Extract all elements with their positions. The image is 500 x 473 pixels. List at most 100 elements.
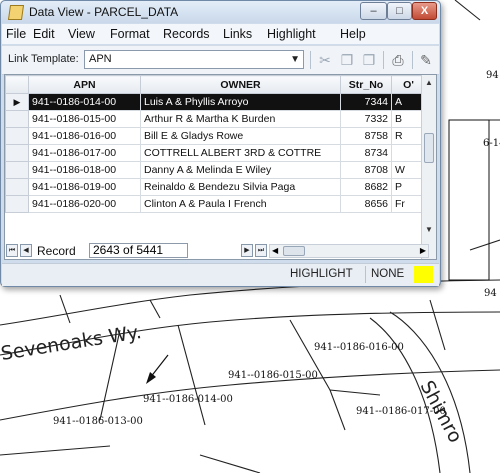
scroll-thumb[interactable] bbox=[283, 246, 305, 256]
row-selector[interactable] bbox=[5, 127, 29, 145]
cell-owner[interactable]: Clinton A & Paula I French bbox=[140, 195, 341, 213]
cell-apn[interactable]: 941--0186-020-00 bbox=[28, 195, 141, 213]
cell-str-no[interactable]: 8682 bbox=[340, 178, 392, 196]
cell-str-no[interactable]: 7332 bbox=[340, 110, 392, 128]
parcel-label: 941--0186-014-00 bbox=[143, 394, 233, 405]
cell-owner[interactable]: Bill E & Gladys Rowe bbox=[140, 127, 341, 145]
parcel-label: 941--0186-013-00 bbox=[53, 416, 143, 427]
menu-highlight[interactable]: Highlight bbox=[267, 27, 316, 41]
cell-owner[interactable]: COTTRELL ALBERT 3RD & COTTRE bbox=[140, 144, 341, 162]
edge-label: 6-14 bbox=[483, 138, 500, 149]
cell-apn[interactable]: 941--0186-015-00 bbox=[28, 110, 141, 128]
scroll-right-icon[interactable]: ▶ bbox=[420, 246, 426, 255]
current-row-icon: ▶ bbox=[13, 97, 21, 107]
link-template-select[interactable]: APN ▼ bbox=[84, 50, 304, 69]
row-selector[interactable] bbox=[5, 195, 29, 213]
data-view-window[interactable]: Data View - PARCEL_DATA – □ X File Edit … bbox=[0, 0, 441, 287]
print-icon[interactable]: ⎙ bbox=[388, 51, 408, 69]
row-selector-header[interactable] bbox=[5, 75, 29, 94]
scroll-down-icon[interactable]: ▼ bbox=[425, 225, 433, 234]
table-row[interactable]: 941--0186-017-00 COTTRELL ALBERT 3RD & CO… bbox=[5, 144, 426, 162]
dropdown-arrow-icon[interactable]: ▼ bbox=[290, 51, 300, 68]
window-title: Data View - PARCEL_DATA bbox=[29, 5, 179, 19]
table-row[interactable]: 941--0186-015-00 Arthur R & Martha K Burd… bbox=[5, 110, 426, 128]
horizontal-scrollbar[interactable]: ◀ ▶ bbox=[269, 244, 429, 258]
row-selector[interactable] bbox=[5, 144, 29, 162]
cell-owner[interactable]: Reinaldo & Bendezu Silvia Paga bbox=[140, 178, 341, 196]
paste-icon[interactable]: ❐ bbox=[359, 51, 379, 69]
table-row[interactable]: ▶ 941--0186-014-00 Luis A & Phyllis Arroyo… bbox=[5, 93, 426, 111]
status-separator bbox=[365, 266, 366, 283]
menu-view[interactable]: View bbox=[68, 27, 95, 41]
close-button[interactable]: X bbox=[412, 2, 437, 20]
column-header-owner[interactable]: OWNER bbox=[140, 75, 341, 94]
parcel-label: 941--0186-017-00 bbox=[356, 406, 446, 417]
row-selector[interactable] bbox=[5, 161, 29, 179]
table-row[interactable]: 941--0186-020-00 Clinton A & Paula I Fren… bbox=[5, 195, 426, 213]
menu-edit[interactable]: Edit bbox=[33, 27, 55, 41]
cell-owner[interactable]: Danny A & Melinda E Wiley bbox=[140, 161, 341, 179]
menu-format[interactable]: Format bbox=[110, 27, 150, 41]
vertical-scrollbar[interactable]: ▲ ▼ bbox=[421, 75, 436, 259]
scroll-up-icon[interactable]: ▲ bbox=[425, 78, 433, 87]
cell-owner[interactable]: Luis A & Phyllis Arroyo bbox=[140, 93, 341, 111]
records-table: APN OWNER Str_No O' ▶ 941--0186-014-00 Lui… bbox=[5, 75, 426, 213]
cell-owner[interactable]: Arthur R & Martha K Burden bbox=[140, 110, 341, 128]
menu-help[interactable]: Help bbox=[340, 27, 366, 41]
cell-str-no[interactable]: 8734 bbox=[340, 144, 392, 162]
column-header-apn[interactable]: APN bbox=[28, 75, 141, 94]
cell-apn[interactable]: 941--0186-014-00 bbox=[28, 93, 141, 111]
row-selector[interactable] bbox=[5, 110, 29, 128]
table-row[interactable]: 941--0186-016-00 Bill E & Gladys Rowe 8758… bbox=[5, 127, 426, 145]
minimize-button[interactable]: – bbox=[360, 2, 387, 20]
parcel-label: 941--0186-016-00 bbox=[314, 342, 404, 353]
record-position-field[interactable]: 2643 of 5441 bbox=[89, 243, 188, 258]
cell-apn[interactable]: 941--0186-017-00 bbox=[28, 144, 141, 162]
scroll-left-icon[interactable]: ◀ bbox=[272, 246, 278, 255]
table-row[interactable]: 941--0186-018-00 Danny A & Melinda E Wile… bbox=[5, 161, 426, 179]
highlight-color-swatch[interactable] bbox=[414, 266, 433, 283]
row-selector[interactable]: ▶ bbox=[5, 93, 29, 111]
maximize-button[interactable]: □ bbox=[387, 2, 412, 20]
cell-apn[interactable]: 941--0186-018-00 bbox=[28, 161, 141, 179]
table-row[interactable]: 941--0186-019-00 Reinaldo & Bendezu Silvi… bbox=[5, 178, 426, 196]
menu-links[interactable]: Links bbox=[223, 27, 252, 41]
toolbar: Link Template: APN ▼ ✂ ❐ ❐ ⎙ ✎ bbox=[2, 45, 439, 75]
cell-str-no[interactable]: 8758 bbox=[340, 127, 392, 145]
cell-apn[interactable]: 941--0186-019-00 bbox=[28, 178, 141, 196]
column-header-str-no[interactable]: Str_No bbox=[340, 75, 392, 94]
next-record-icon[interactable]: ▶ bbox=[241, 244, 253, 257]
menu-bar: File Edit View Format Records Links High… bbox=[2, 24, 439, 44]
edge-label: 94 bbox=[486, 70, 499, 81]
record-label: Record bbox=[37, 244, 76, 258]
cell-str-no[interactable]: 8708 bbox=[340, 161, 392, 179]
prev-record-icon[interactable]: ◀ bbox=[20, 244, 32, 257]
link-template-value: APN bbox=[89, 53, 112, 65]
parcel-arrow bbox=[146, 354, 169, 384]
cut-icon[interactable]: ✂ bbox=[315, 51, 335, 69]
copy-icon[interactable]: ❐ bbox=[337, 51, 357, 69]
edge-label: 94 bbox=[484, 288, 497, 299]
menu-records[interactable]: Records bbox=[163, 27, 210, 41]
street-label: Sevenoaks Wy. bbox=[0, 321, 143, 365]
cell-str-no[interactable]: 8656 bbox=[340, 195, 392, 213]
first-record-icon[interactable]: ⏮ bbox=[6, 244, 18, 257]
row-selector[interactable] bbox=[5, 178, 29, 196]
header-row: APN OWNER Str_No O' bbox=[5, 75, 426, 94]
last-record-icon[interactable]: ⏭ bbox=[255, 244, 267, 257]
scroll-thumb[interactable] bbox=[424, 133, 434, 163]
toolbar-separator bbox=[412, 51, 413, 69]
data-grid[interactable]: APN OWNER Str_No O' ▶ 941--0186-014-00 Lui… bbox=[4, 74, 437, 260]
menu-file[interactable]: File bbox=[6, 27, 26, 41]
edit-icon[interactable]: ✎ bbox=[416, 51, 436, 69]
link-template-label: Link Template: bbox=[8, 53, 79, 65]
parcel-label: 941--0186-015-00 bbox=[228, 370, 318, 381]
table-icon bbox=[7, 5, 25, 20]
cell-str-no[interactable]: 7344 bbox=[340, 93, 392, 111]
cell-apn[interactable]: 941--0186-016-00 bbox=[28, 127, 141, 145]
status-bar: HIGHLIGHT NONE bbox=[2, 263, 439, 286]
highlight-value: NONE bbox=[371, 268, 405, 280]
record-navigator: ⏮ ◀ Record 2643 of 5441 ▶ ⏭ ◀ ▶ bbox=[6, 243, 436, 260]
title-bar[interactable]: Data View - PARCEL_DATA – □ X bbox=[1, 1, 440, 23]
toolbar-separator bbox=[310, 51, 311, 69]
